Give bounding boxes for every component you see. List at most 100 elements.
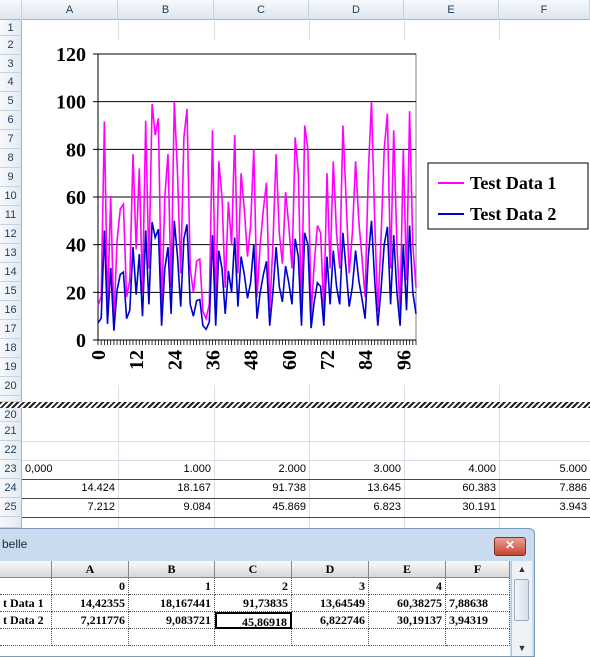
row-header[interactable]: 3: [0, 55, 22, 73]
x-tick-label: 36: [202, 350, 224, 370]
row-header[interactable]: 18: [0, 339, 22, 358]
row-header[interactable]: 10: [0, 187, 22, 206]
table-cell[interactable]: 6,822746: [292, 612, 369, 629]
table-cell[interactable]: 3,94319: [446, 612, 510, 629]
table-col-header[interactable]: C: [215, 561, 292, 578]
x-tick-label: 12: [126, 350, 148, 370]
window-table[interactable]: A B C D E F 0 1 2 3 4 t Data 1 14,42355 …: [0, 561, 510, 656]
cell-a25[interactable]: 7.212: [22, 498, 118, 517]
row-header[interactable]: 20: [0, 408, 22, 422]
cell-b25[interactable]: 9.084: [118, 498, 214, 517]
x-tick-label: 60: [279, 350, 301, 370]
row-header[interactable]: 6: [0, 111, 22, 130]
x-tick-label: 84: [355, 350, 377, 370]
table-cell[interactable]: [292, 629, 369, 646]
pane-split-bar[interactable]: [0, 402, 590, 408]
column-header-e[interactable]: E: [404, 0, 499, 20]
table-col-header[interactable]: B: [129, 561, 215, 578]
cell-d23[interactable]: 3.000: [309, 460, 404, 479]
scroll-down-icon[interactable]: ▼: [512, 640, 532, 656]
column-header-c[interactable]: C: [214, 0, 309, 20]
table-cell[interactable]: 9,083721: [129, 612, 215, 629]
cell-b23[interactable]: 1.000: [118, 460, 214, 479]
table-cell[interactable]: 3: [292, 578, 369, 595]
table-cell[interactable]: 1: [129, 578, 215, 595]
table-row-label: t Data 1: [0, 595, 52, 612]
table-cell[interactable]: [52, 629, 129, 646]
cell-c24[interactable]: 91.738: [214, 479, 309, 498]
cell-e23[interactable]: 4.000: [404, 460, 499, 479]
cell-d25[interactable]: 6.823: [309, 498, 404, 517]
cell-f24[interactable]: 7.886: [499, 479, 590, 498]
row-header[interactable]: 9: [0, 168, 22, 187]
table-cell[interactable]: 14,42355: [52, 595, 129, 612]
cell-f23[interactable]: 5.000: [499, 460, 590, 479]
row-header[interactable]: 25: [0, 498, 22, 517]
row-header[interactable]: 2: [0, 36, 22, 55]
row-header[interactable]: 4: [0, 73, 22, 92]
table-cell[interactable]: [446, 629, 510, 646]
cell-a23[interactable]: 0,000: [22, 460, 118, 479]
row-header[interactable]: 17: [0, 320, 22, 339]
row-header[interactable]: [0, 517, 22, 528]
table-col-header[interactable]: D: [292, 561, 369, 578]
row-header[interactable]: 11: [0, 206, 22, 225]
table-cell-selected[interactable]: 45,86918: [215, 612, 292, 629]
row-header[interactable]: 15: [0, 282, 22, 301]
table-cell[interactable]: 30,19137: [369, 612, 446, 629]
cell-b24[interactable]: 18.167: [118, 479, 214, 498]
row-header[interactable]: 7: [0, 130, 22, 149]
y-tick-label: 20: [66, 282, 86, 304]
row-header[interactable]: 23: [0, 460, 22, 479]
y-tick-label: 0: [76, 330, 86, 352]
cell-c23[interactable]: 2.000: [214, 460, 309, 479]
table-cell[interactable]: 4: [369, 578, 446, 595]
column-header-b[interactable]: B: [118, 0, 214, 20]
column-header-f[interactable]: F: [499, 0, 590, 20]
table-cell[interactable]: 18,167441: [129, 595, 215, 612]
cell-a24[interactable]: 14.424: [22, 479, 118, 498]
cell-f25[interactable]: 3.943: [499, 498, 590, 517]
cell-e24[interactable]: 60.383: [404, 479, 499, 498]
row-header[interactable]: 5: [0, 92, 22, 111]
row-header[interactable]: 19: [0, 358, 22, 377]
table-cell[interactable]: [446, 578, 510, 595]
row-header[interactable]: 16: [0, 301, 22, 320]
scroll-up-icon[interactable]: ▲: [512, 561, 532, 577]
table-cell[interactable]: 7,211776: [52, 612, 129, 629]
table-cell[interactable]: [215, 629, 292, 646]
table-col-header[interactable]: E: [369, 561, 446, 578]
cell-e25[interactable]: 30.191: [404, 498, 499, 517]
table-cell[interactable]: [369, 629, 446, 646]
row-header[interactable]: 1: [0, 20, 22, 36]
table-cell[interactable]: 7,88638: [446, 595, 510, 612]
table-cell[interactable]: 2: [215, 578, 292, 595]
y-tick-label: 120: [56, 44, 86, 66]
scroll-thumb[interactable]: [514, 579, 529, 621]
row-header[interactable]: 12: [0, 225, 22, 244]
row-header[interactable]: 14: [0, 263, 22, 282]
close-button[interactable]: ✕: [494, 537, 526, 556]
table-col-header[interactable]: A: [52, 561, 129, 578]
line-chart[interactable]: 0 20 40 60 80 100 120 0 12 24 36 48 60 72 84 96 Test D…: [40, 40, 590, 385]
row-header[interactable]: 20: [0, 377, 22, 396]
row-header[interactable]: 21: [0, 422, 22, 441]
row-header[interactable]: 24: [0, 479, 22, 498]
select-all-corner[interactable]: [0, 0, 22, 20]
column-header-a[interactable]: A: [22, 0, 118, 20]
table-cell[interactable]: 0: [52, 578, 129, 595]
column-header-d[interactable]: D: [309, 0, 404, 20]
table-cell[interactable]: 91,73835: [215, 595, 292, 612]
data-table-window[interactable]: belle ✕ A B C D E F 0 1 2 3 4 t Data 1 1…: [0, 528, 535, 657]
cell-c25[interactable]: 45.869: [214, 498, 309, 517]
vertical-scrollbar[interactable]: ▲ ▼: [511, 561, 532, 656]
table-col-header[interactable]: F: [446, 561, 510, 578]
table-cell[interactable]: 60,38275: [369, 595, 446, 612]
table-cell[interactable]: 13,64549: [292, 595, 369, 612]
table-cell[interactable]: [129, 629, 215, 646]
cell-d24[interactable]: 13.645: [309, 479, 404, 498]
x-tick-label: 96: [393, 350, 415, 370]
row-header[interactable]: 22: [0, 441, 22, 460]
row-header[interactable]: 8: [0, 149, 22, 168]
row-header[interactable]: 13: [0, 244, 22, 263]
